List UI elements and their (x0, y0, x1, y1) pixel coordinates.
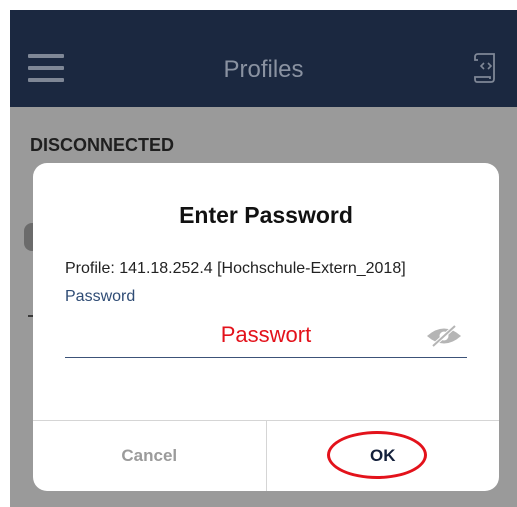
profile-info: Profile: 141.18.252.4 [Hochschule-Extern… (65, 260, 406, 277)
eye-slash-icon[interactable] (424, 325, 464, 347)
dialog-buttons: Cancel OK (33, 420, 499, 491)
page-title: Profiles (223, 56, 304, 83)
section-label: DISCONNECTED (30, 135, 175, 155)
password-field[interactable] (65, 313, 467, 358)
ok-button[interactable]: OK (267, 421, 500, 491)
scroll-code-icon[interactable] (473, 52, 499, 84)
ok-label: OK (370, 446, 396, 465)
password-label: Password (65, 288, 136, 305)
dialog-title: Enter Password (179, 202, 353, 228)
password-dialog: Enter Password Profile: 141.18.252.4 [Ho… (33, 163, 499, 491)
cancel-button[interactable]: Cancel (33, 421, 267, 491)
app-header: Profiles (10, 10, 517, 107)
